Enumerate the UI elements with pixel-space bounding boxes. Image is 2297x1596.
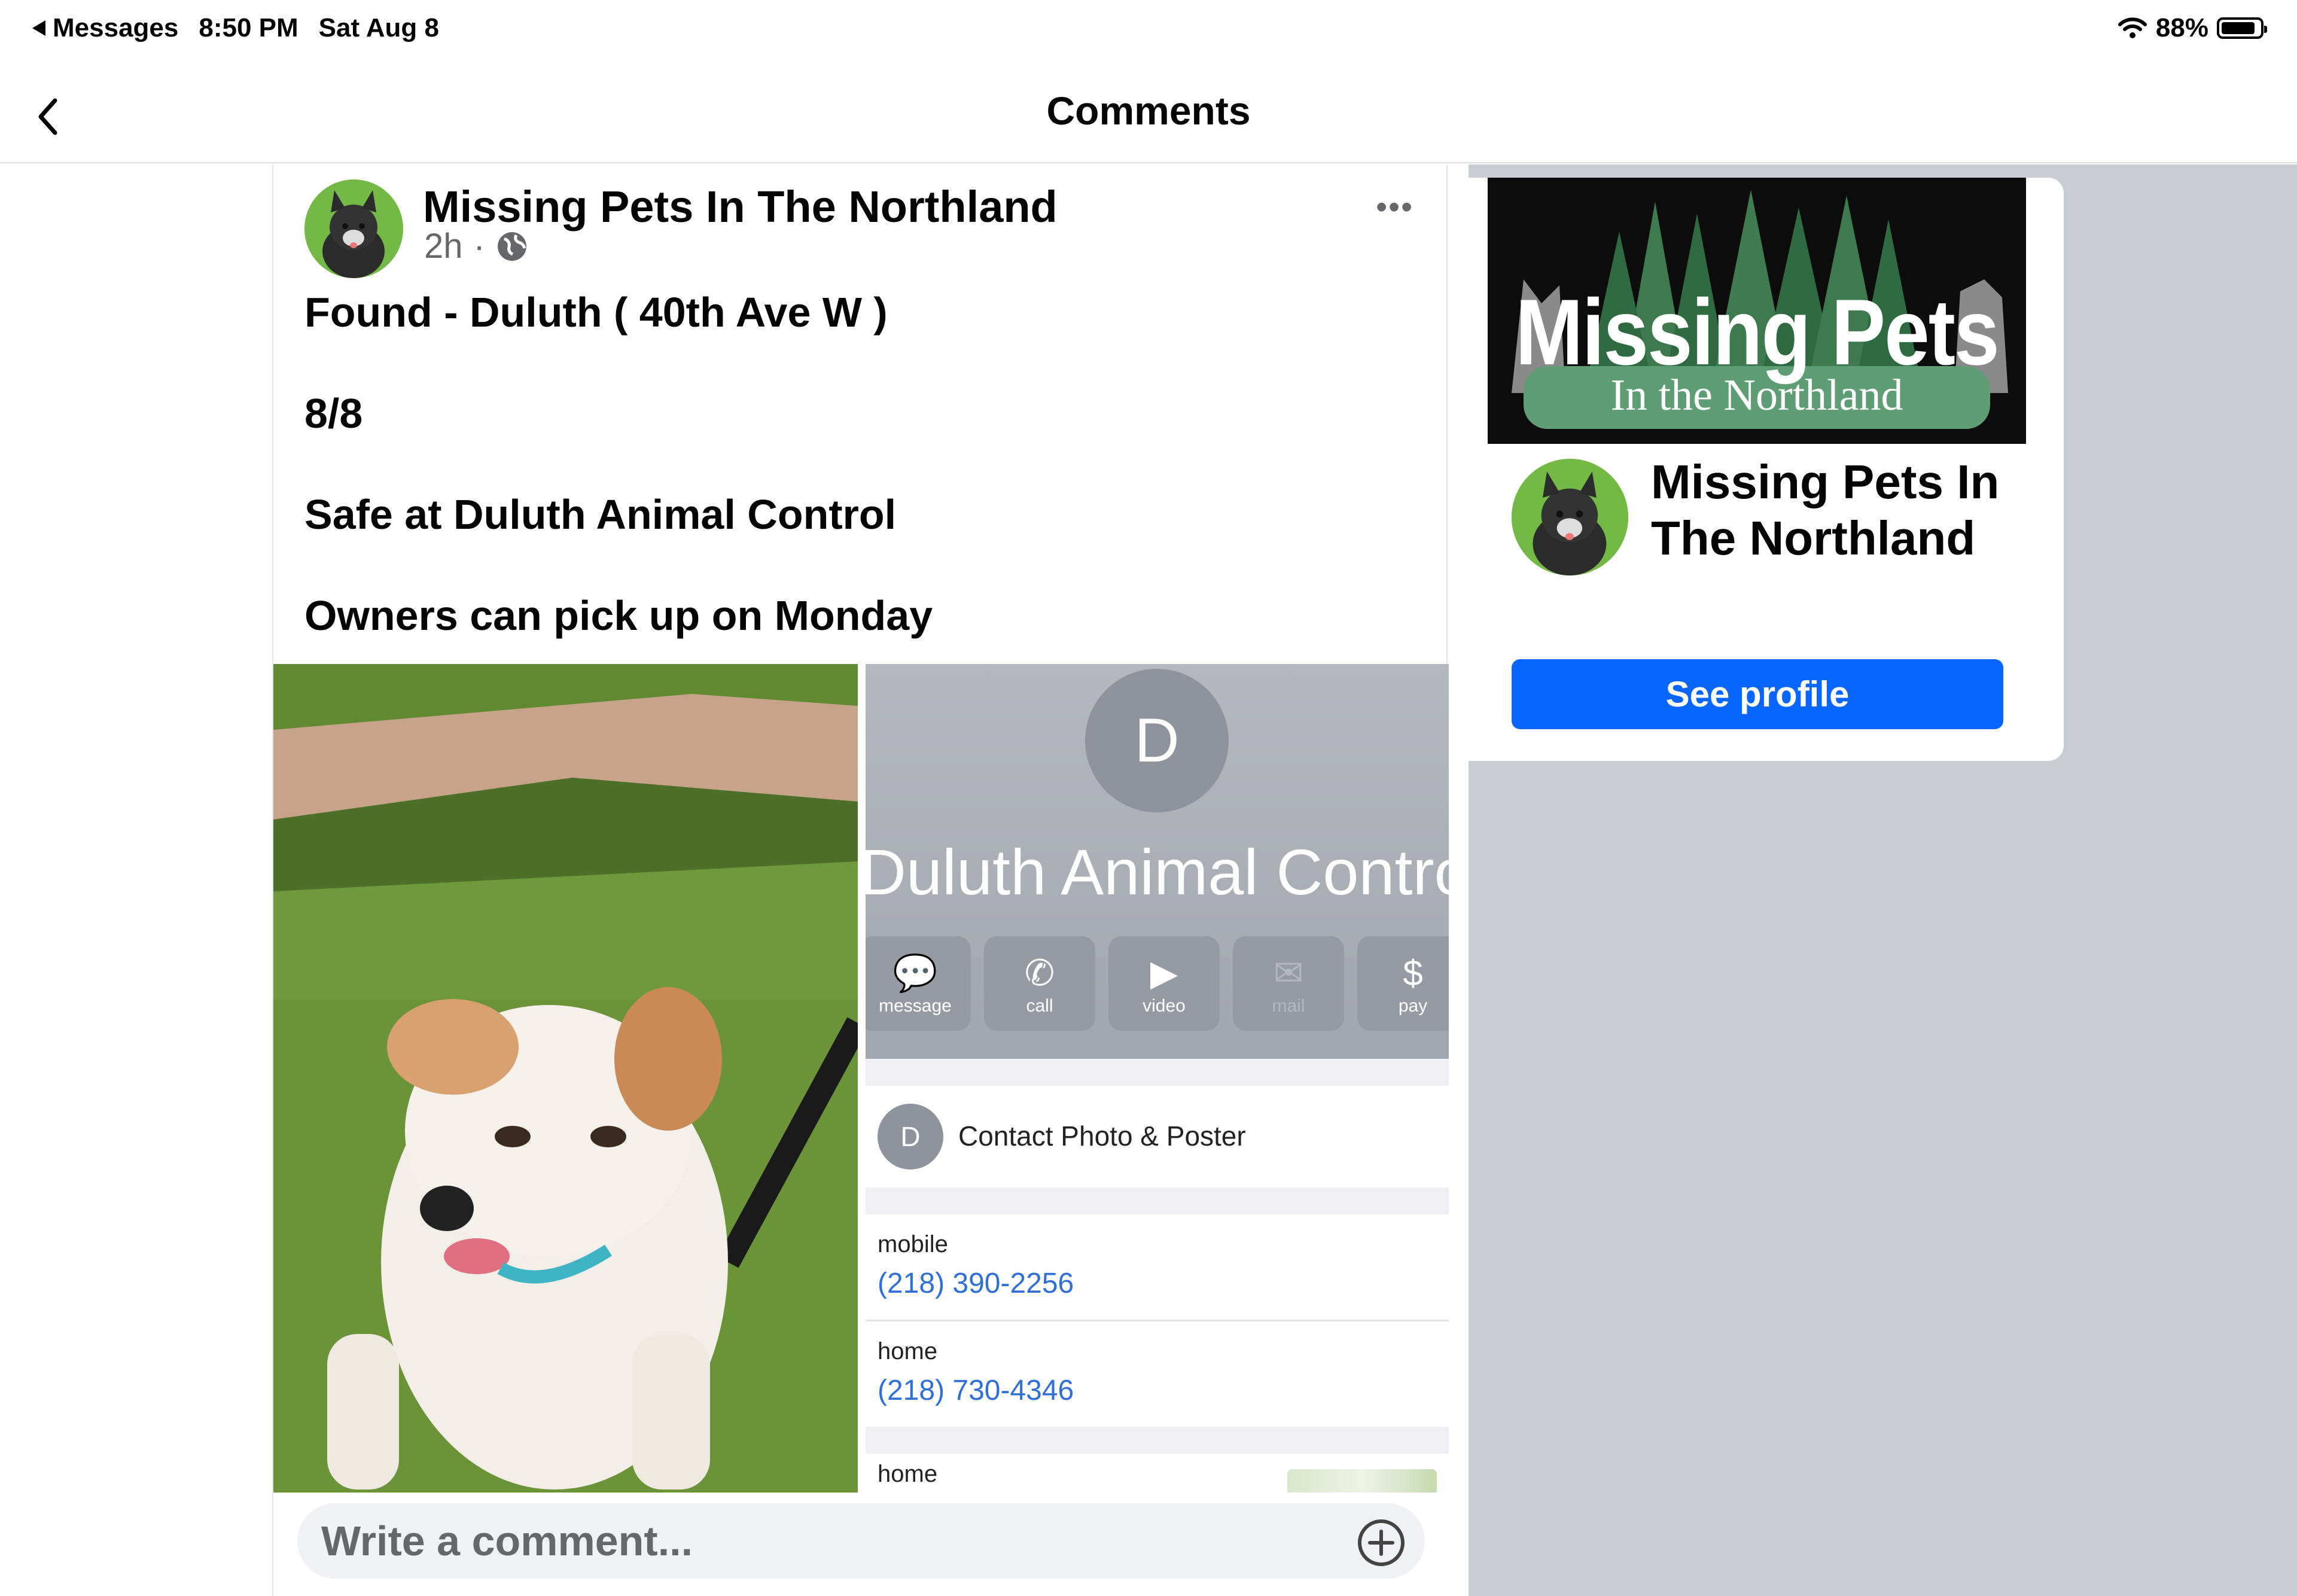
home-label: home bbox=[878, 1338, 938, 1364]
divider bbox=[866, 1059, 1449, 1086]
comment-input[interactable]: Write a comment... bbox=[297, 1503, 1425, 1579]
battery-percent: 88% bbox=[2155, 13, 2208, 42]
contact-action-label: message bbox=[879, 996, 952, 1016]
home-number: (218) 730-4346 bbox=[878, 1375, 1074, 1406]
mobile-label: mobile bbox=[878, 1231, 948, 1257]
author-name[interactable]: Missing Pets In The Northland bbox=[423, 181, 1058, 232]
contact-name: Duluth Animal Contro bbox=[866, 836, 1449, 908]
banner-title: Missing Pets bbox=[1515, 279, 1999, 385]
phone-icon: ✆ bbox=[1024, 953, 1055, 993]
back-app-label: Messages bbox=[53, 13, 179, 42]
banner-subtitle: In the Northland bbox=[1610, 371, 1903, 420]
contact-screenshot[interactable]: D Duluth Animal Contro 💬 message ✆ call … bbox=[866, 664, 1449, 1493]
contact-action-label: video bbox=[1143, 996, 1186, 1016]
status-right: 88% bbox=[2118, 13, 2267, 43]
profile-card: Missing Pets In the Northland Missing Pe… bbox=[1469, 178, 2064, 761]
contact-actions: 💬 message ✆ call ▶ video ✉ mail $ pay bbox=[866, 936, 1449, 1031]
status-date: Sat Aug 8 bbox=[318, 13, 439, 42]
page-name[interactable]: Missing Pets In The Northland bbox=[1651, 454, 2034, 566]
mobile-number: (218) 390-2256 bbox=[878, 1268, 1074, 1299]
contact-action-label: mail bbox=[1272, 996, 1305, 1016]
globe-icon bbox=[497, 232, 526, 261]
back-to-app[interactable]: Messages bbox=[31, 13, 178, 43]
page-title: Comments bbox=[1046, 89, 1251, 133]
battery-icon bbox=[2217, 17, 2267, 39]
divider bbox=[866, 1187, 1449, 1214]
status-time: 8:50 PM bbox=[199, 13, 298, 42]
envelope-icon: ✉ bbox=[1273, 953, 1304, 993]
contact-row-avatar: D bbox=[878, 1104, 943, 1169]
contact-initial-avatar: D bbox=[1085, 669, 1229, 812]
post-line: Owners can pick up on Monday bbox=[304, 592, 933, 639]
contact-photo-row: D Contact Photo & Poster bbox=[866, 1086, 1449, 1187]
post-meta: 2h · bbox=[424, 226, 528, 266]
home-address-row: home bbox=[866, 1454, 1449, 1493]
comment-bar: Write a comment... bbox=[273, 1493, 1449, 1596]
dog-photo-image bbox=[273, 664, 858, 1493]
post-body: Found - Duluth ( 40th Ave W ) 8/8 Safe a… bbox=[304, 287, 933, 692]
post-line: 8/8 bbox=[304, 390, 363, 437]
page-avatar[interactable] bbox=[1512, 459, 1628, 575]
meta-separator: · bbox=[473, 227, 485, 266]
back-triangle-icon bbox=[32, 20, 45, 36]
dollar-icon: $ bbox=[1403, 953, 1423, 993]
status-left: Messages 8:50 PM Sat Aug 8 bbox=[31, 13, 439, 43]
contact-action-label: call bbox=[1026, 996, 1053, 1016]
dog-photo[interactable] bbox=[273, 664, 858, 1493]
contact-mail-button: ✉ mail bbox=[1233, 936, 1344, 1031]
home-address-label: home bbox=[878, 1461, 938, 1487]
divider bbox=[866, 1427, 1449, 1454]
nav-bar: Comments bbox=[0, 63, 2297, 163]
contact-message-button: 💬 message bbox=[866, 936, 971, 1031]
contact-header: D Duluth Animal Contro 💬 message ✆ call … bbox=[866, 664, 1449, 1059]
contact-action-label: pay bbox=[1398, 996, 1428, 1016]
video-camera-icon: ▶ bbox=[1150, 953, 1178, 993]
post-time: 2h bbox=[424, 227, 463, 266]
contact-call-button: ✆ call bbox=[984, 936, 1095, 1031]
wifi-icon bbox=[2118, 17, 2147, 38]
post-line: Found - Duluth ( 40th Ave W ) bbox=[304, 289, 888, 336]
message-bubble-icon: 💬 bbox=[892, 953, 938, 993]
more-options-icon[interactable]: ••• bbox=[1376, 188, 1413, 226]
dog-avatar-image bbox=[1512, 459, 1628, 575]
page-banner[interactable]: Missing Pets In the Northland bbox=[1488, 178, 2026, 444]
add-attachment-icon[interactable] bbox=[1357, 1518, 1406, 1567]
contact-video-button: ▶ video bbox=[1108, 936, 1220, 1031]
post-line: Safe at Duluth Animal Control bbox=[304, 491, 897, 538]
post: Missing Pets In The Northland 2h · ••• F… bbox=[272, 165, 1449, 1596]
author-avatar[interactable] bbox=[304, 179, 403, 278]
home-row: home (218) 730-4346 bbox=[866, 1321, 1449, 1427]
see-profile-button[interactable]: See profile bbox=[1512, 659, 2003, 729]
contact-pay-button: $ pay bbox=[1357, 936, 1449, 1031]
dog-avatar-image bbox=[304, 179, 403, 278]
map-thumbnail bbox=[1287, 1469, 1437, 1493]
contact-photo-label: Contact Photo & Poster bbox=[958, 1120, 1246, 1152]
status-bar: Messages 8:50 PM Sat Aug 8 88% bbox=[0, 0, 2297, 63]
mobile-row: mobile (218) 390-2256 bbox=[866, 1214, 1449, 1321]
